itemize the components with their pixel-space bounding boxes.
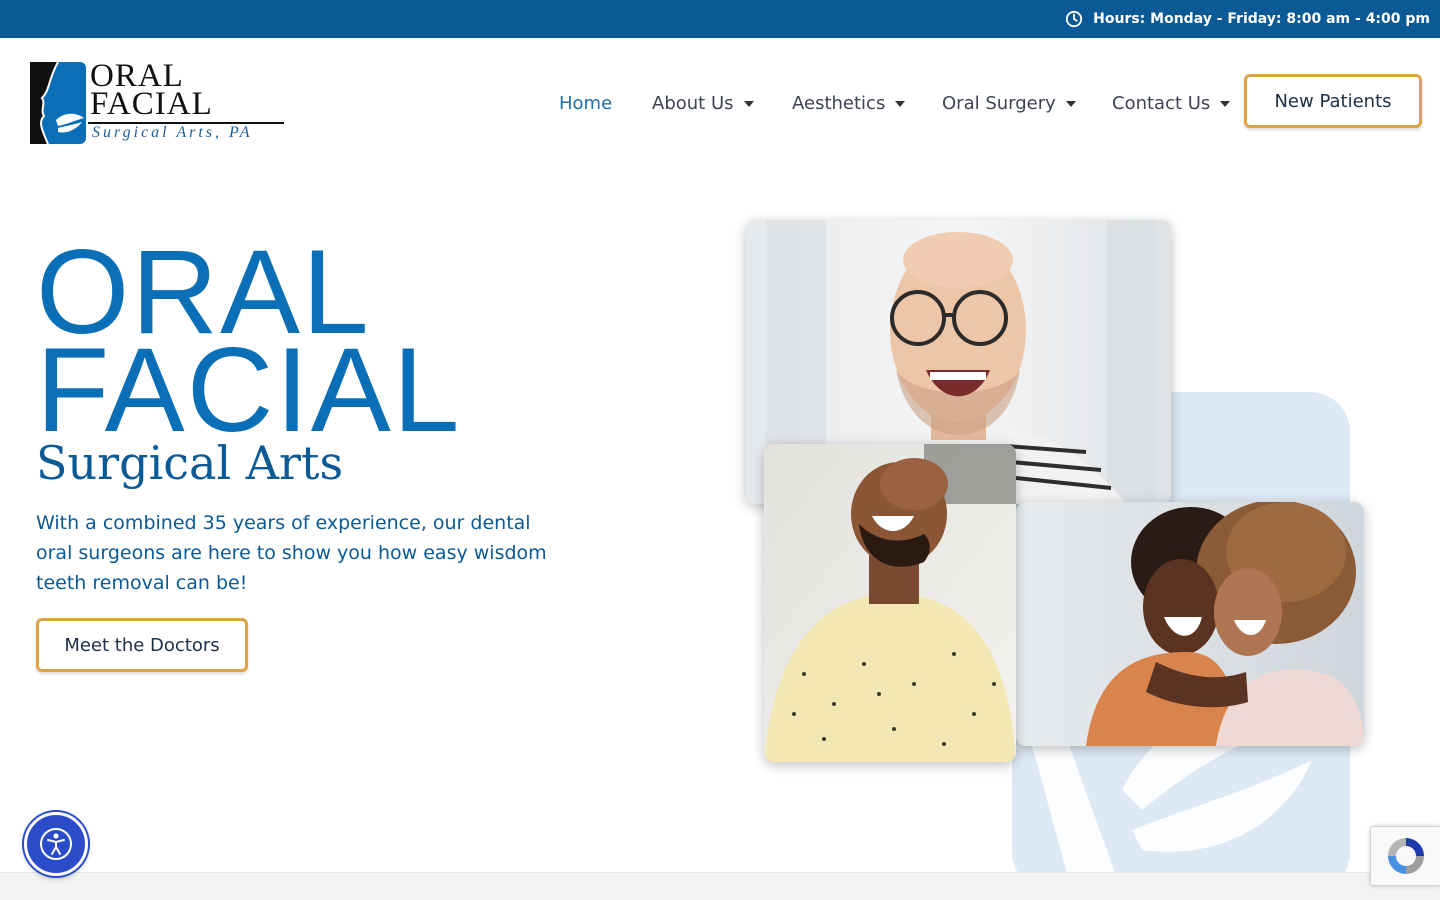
new-patients-button[interactable]: New Patients xyxy=(1244,74,1422,128)
recaptcha-badge[interactable] xyxy=(1370,826,1440,886)
caret-down-icon xyxy=(1220,101,1231,107)
nav-item-contact-us[interactable]: Contact Us xyxy=(1112,86,1231,120)
meet-the-doctors-button[interactable]: Meet the Doctors xyxy=(36,618,248,672)
nav-item-label: Aesthetics xyxy=(792,92,886,114)
nav-item-home[interactable]: Home xyxy=(559,86,612,120)
hero-description: With a combined 35 years of experience, … xyxy=(36,512,547,594)
accessibility-button[interactable] xyxy=(24,812,88,876)
site-logo[interactable]: ORAL FACIAL Surgical Arts, PA xyxy=(28,58,284,150)
accessibility-icon xyxy=(40,828,72,860)
face-profile-logo-icon xyxy=(30,61,86,145)
hero-subtitle: Surgical Arts xyxy=(36,436,344,490)
recaptcha-icon xyxy=(1387,838,1424,874)
clock-icon xyxy=(1066,10,1083,28)
two-women-laughing-photo xyxy=(1016,502,1364,746)
logo-line-surgical-arts: Surgical Arts, PA xyxy=(92,124,253,141)
logo-line-facial: FACIAL xyxy=(90,86,213,122)
caret-down-icon xyxy=(895,101,906,107)
hours-text: Hours: Monday - Friday: 8:00 am - 4:00 p… xyxy=(1093,11,1430,27)
laughing-man-photo xyxy=(764,444,1016,762)
caret-down-icon xyxy=(743,101,754,107)
business-hours: Hours: Monday - Friday: 8:00 am - 4:00 p… xyxy=(1065,0,1430,38)
hero-title-facial: FACIAL xyxy=(36,323,462,457)
next-section-strip xyxy=(0,872,1440,900)
nav-item-about-us[interactable]: About Us xyxy=(652,86,754,120)
nav-item-label: About Us xyxy=(652,92,734,114)
top-info-bar: Hours: Monday - Friday: 8:00 am - 4:00 p… xyxy=(0,0,1440,38)
nav-item-label: Contact Us xyxy=(1112,92,1211,114)
nav-item-aesthetics[interactable]: Aesthetics xyxy=(792,86,906,120)
nav-item-label: Home xyxy=(559,92,613,114)
caret-down-icon xyxy=(1065,101,1076,107)
nav-item-label: Oral Surgery xyxy=(942,92,1056,114)
nav-item-oral-surgery[interactable]: Oral Surgery xyxy=(942,86,1076,120)
